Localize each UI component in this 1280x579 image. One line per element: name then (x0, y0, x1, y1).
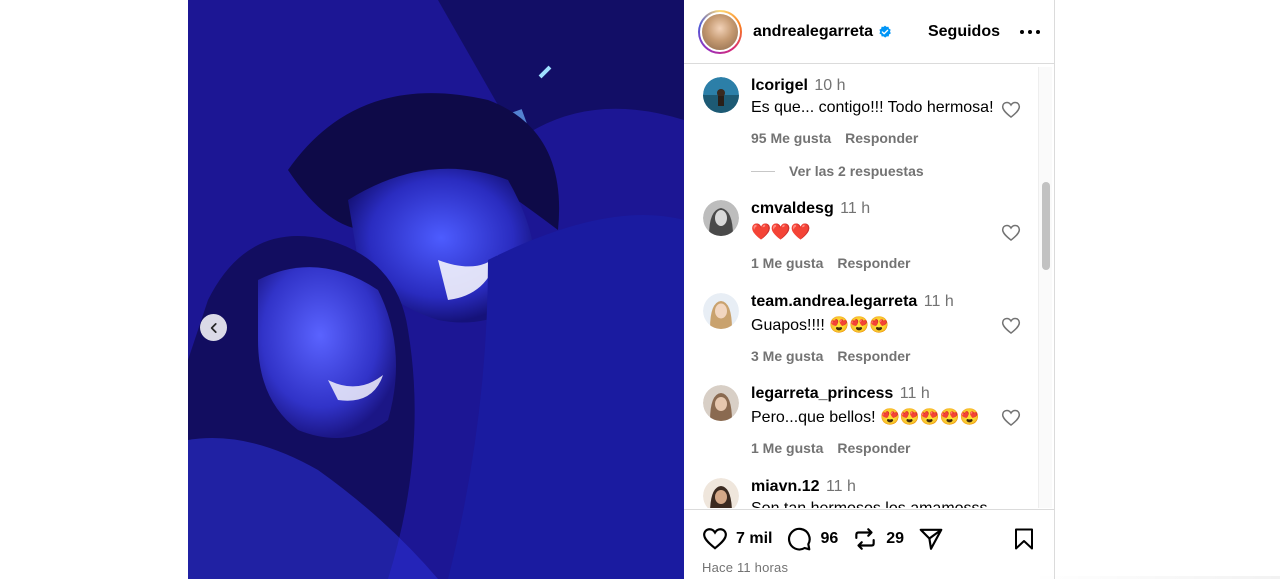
commenter-avatar[interactable] (703, 293, 739, 329)
comments-list: lcorigel 10 h Es que... contigo!!! Todo … (684, 65, 1054, 508)
comment-text: Son tan hermosos los amamosss (751, 500, 1011, 508)
view-replies-button[interactable]: Ver las 2 respuestas (751, 163, 924, 179)
repost-icon[interactable] (852, 526, 878, 552)
comment-icon[interactable] (786, 526, 812, 552)
selfie-photo (188, 0, 684, 579)
comment-time[interactable]: 11 h (826, 478, 856, 495)
comment-username[interactable]: legarreta_princess (751, 385, 893, 402)
like-action[interactable]: 7 mil (702, 526, 772, 552)
comment-likes[interactable]: 3 Me gusta (751, 348, 823, 364)
comment-likes[interactable]: 1 Me gusta (751, 440, 823, 456)
comment-text: Es que... contigo!!! Todo hermosa! (751, 99, 994, 116)
commenter-avatar[interactable] (703, 200, 739, 236)
comment-text: Pero...que bellos! 😍😍😍😍😍 (751, 409, 980, 426)
comment-username[interactable]: miavn.12 (751, 478, 819, 495)
heart-icon[interactable] (1001, 223, 1021, 243)
bookmark-icon[interactable] (1012, 526, 1036, 552)
heart-icon[interactable] (702, 526, 728, 552)
post-photo (188, 0, 684, 579)
comment-action[interactable]: 96 (786, 526, 838, 552)
reposts-count[interactable]: 29 (886, 530, 904, 548)
comment-time[interactable]: 11 h (840, 200, 870, 217)
save-action[interactable] (1012, 526, 1036, 552)
comment-time[interactable]: 11 h (900, 385, 930, 402)
comment-likes[interactable]: 1 Me gusta (751, 255, 823, 271)
divider-line (751, 170, 775, 172)
commenter-avatar[interactable] (703, 478, 739, 508)
share-icon[interactable] (918, 526, 944, 552)
comment-time[interactable]: 11 h (924, 293, 954, 310)
post-details-panel: andrealegarreta Seguidos lcorigel 10 h E… (684, 0, 1055, 579)
author-username[interactable]: andrealegarreta (753, 23, 873, 41)
likes-count[interactable]: 7 mil (736, 530, 772, 548)
reply-button[interactable]: Responder (837, 348, 910, 364)
post-actions: 7 mil 96 29 Hace 11 horas (684, 509, 1054, 579)
heart-icon[interactable] (1001, 100, 1021, 120)
reply-button[interactable]: Responder (837, 255, 910, 271)
commenter-avatar[interactable] (703, 77, 739, 113)
author-avatar[interactable] (698, 9, 742, 54)
heart-icon[interactable] (1001, 408, 1021, 428)
following-button[interactable]: Seguidos (928, 23, 1000, 41)
comment-username[interactable]: lcorigel (751, 77, 808, 94)
view-replies-label: Ver las 2 respuestas (789, 163, 924, 179)
reply-button[interactable]: Responder (837, 440, 910, 456)
reply-button[interactable]: Responder (845, 130, 918, 146)
scrollbar-thumb[interactable] (1042, 182, 1050, 270)
post-timestamp[interactable]: Hace 11 horas (702, 560, 788, 575)
repost-action[interactable]: 29 (852, 526, 904, 552)
comment-username[interactable]: cmvaldesg (751, 200, 834, 217)
comment-username[interactable]: team.andrea.legarreta (751, 293, 917, 310)
heart-icon[interactable] (1001, 316, 1021, 336)
chevron-left-icon (210, 322, 217, 333)
share-action[interactable] (918, 526, 944, 552)
post-header: andrealegarreta Seguidos (684, 0, 1054, 64)
comment-text: Guapos!!!! 😍😍😍 (751, 317, 890, 334)
comments-scrollbar[interactable] (1038, 67, 1052, 508)
previous-photo-button[interactable] (200, 314, 227, 341)
comments-count[interactable]: 96 (820, 530, 838, 548)
commenter-avatar[interactable] (703, 385, 739, 421)
comment-time[interactable]: 10 h (814, 77, 845, 94)
comment-text: ❤️❤️❤️ (751, 224, 811, 241)
verified-badge-icon (879, 25, 891, 38)
more-options-icon[interactable] (1020, 22, 1040, 42)
comment-likes[interactable]: 95 Me gusta (751, 130, 831, 146)
